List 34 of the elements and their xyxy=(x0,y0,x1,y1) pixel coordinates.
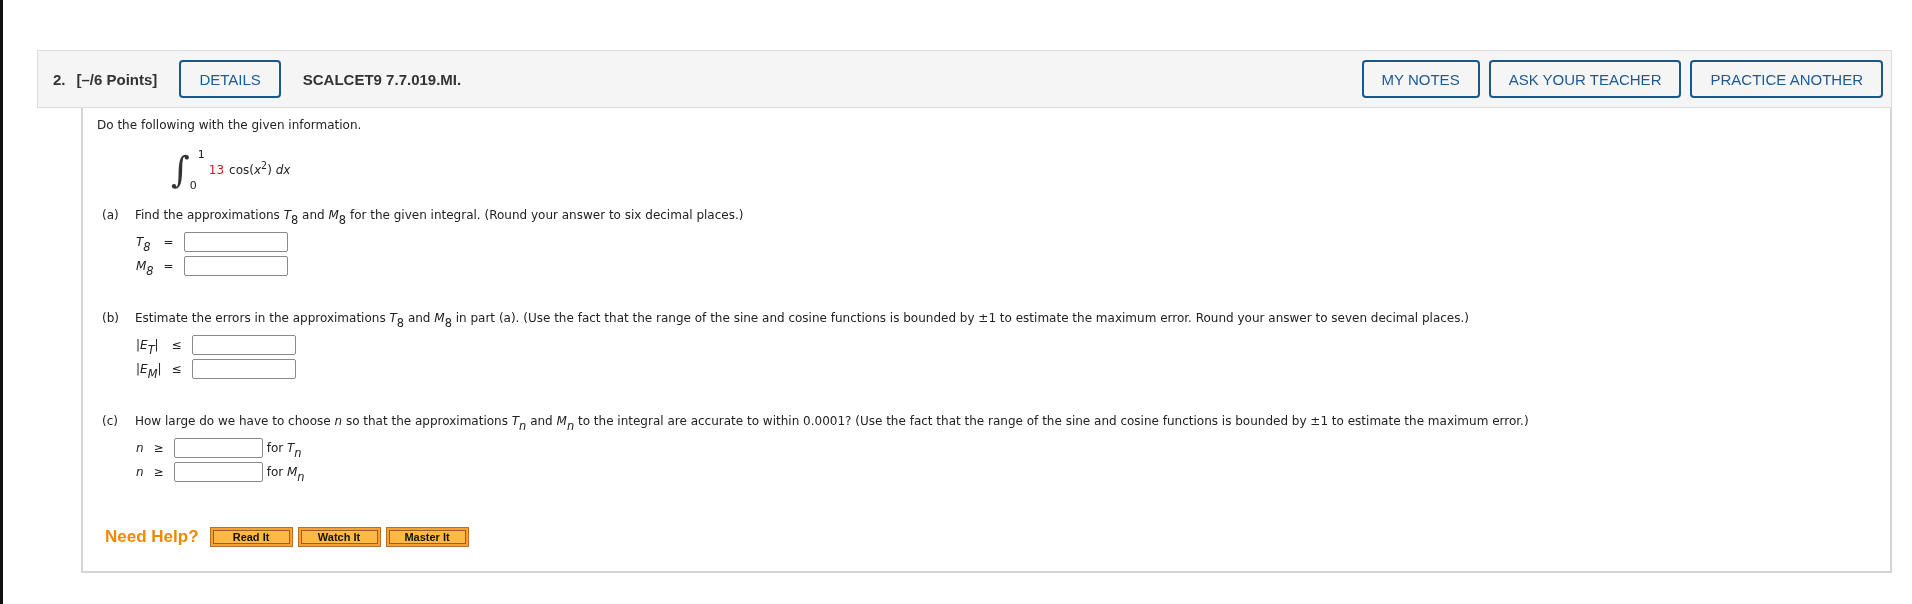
answer-field[interactable] xyxy=(191,359,296,379)
answer-label: n xyxy=(136,440,144,456)
need-help-label: Need Help? xyxy=(105,527,199,547)
details-button[interactable]: DETAILS xyxy=(179,60,281,98)
integrand: cos(x$^{2}$) dx xyxy=(229,162,291,178)
answer-field[interactable] xyxy=(183,256,288,276)
answer-field[interactable] xyxy=(183,232,288,252)
read-it-button[interactable]: Read It xyxy=(209,527,293,547)
upper-limit: 1 xyxy=(197,148,205,161)
answer-field[interactable] xyxy=(173,438,263,458)
practice-another-button[interactable]: PRACTICE ANOTHER xyxy=(1690,60,1883,98)
integrand-coefficient: 13 xyxy=(208,162,225,178)
points-label: [–/6 Points] xyxy=(76,70,158,88)
integral-sign: ∫ xyxy=(171,148,190,192)
answer-label: n xyxy=(136,464,144,480)
answer-field[interactable] xyxy=(191,335,296,355)
relation-sign: ≥ xyxy=(153,464,164,480)
instruction-text: Do the following with the given information. xyxy=(97,117,363,133)
lower-limit: 0 xyxy=(189,179,198,192)
part-label: (b) xyxy=(101,310,120,326)
question-code: SCALCET9 7.7.019.MI. xyxy=(302,70,462,88)
answer-field[interactable] xyxy=(173,462,263,482)
part-label: (a) xyxy=(101,207,120,223)
relation-sign: = xyxy=(163,258,174,274)
relation-sign: ≥ xyxy=(153,440,164,456)
master-it-button[interactable]: Master It xyxy=(385,527,469,547)
question-number: 2. xyxy=(53,70,66,88)
relation-sign: ≤ xyxy=(171,337,182,353)
part-label: (c) xyxy=(101,413,119,429)
relation-sign: = xyxy=(163,234,174,250)
watch-it-button[interactable]: Watch It xyxy=(297,527,381,547)
relation-sign: ≤ xyxy=(171,361,182,377)
my-notes-button[interactable]: MY NOTES xyxy=(1361,60,1480,98)
ask-teacher-button[interactable]: ASK YOUR TEACHER xyxy=(1488,60,1682,98)
